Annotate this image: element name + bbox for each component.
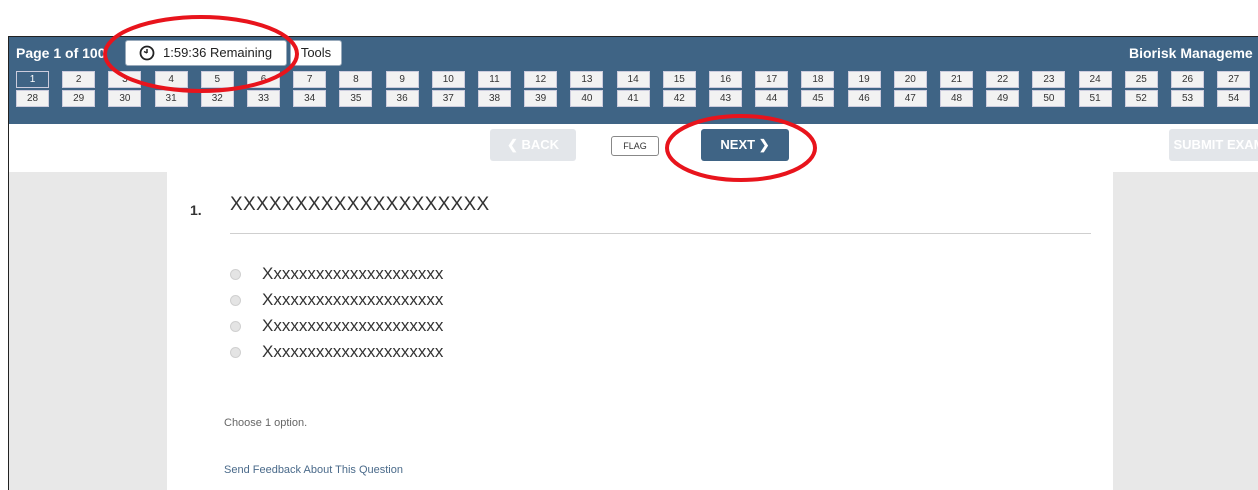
question-nav-cell[interactable]: 5 <box>200 71 234 88</box>
option-label: Xxxxxxxxxxxxxxxxxxxxx <box>262 290 444 309</box>
question-nav-cell[interactable]: 10 <box>431 71 465 88</box>
back-button[interactable]: ❮ BACK <box>490 129 576 161</box>
question-navigator: 1 2 3 4 5 6 7 8 9 10 11 12 13 14 15 16 17 18 19 20 21 22 23 24 2… <box>9 71 1258 109</box>
time-remaining-badge[interactable]: 1:59:36 Remaining <box>125 40 287 66</box>
question-nav-cell[interactable]: 1 <box>16 71 49 88</box>
divider <box>230 233 1091 234</box>
question-nav-cell[interactable]: 37 <box>431 90 465 107</box>
question-nav-cell[interactable]: 35 <box>339 90 373 107</box>
time-remaining-text: 1:59:36 Remaining <box>163 45 273 60</box>
question-nav-cell[interactable]: 8 <box>339 71 373 88</box>
clock-icon <box>139 45 155 61</box>
question-nav-cell[interactable]: 16 <box>709 71 742 88</box>
question-nav-cell[interactable]: 11 <box>478 71 511 88</box>
question-nav-cell[interactable]: 14 <box>616 71 650 88</box>
question-nav-cell[interactable]: 25 <box>1124 71 1158 88</box>
question-nav-cell[interactable]: 48 <box>940 90 973 107</box>
question-nav-cell[interactable]: 33 <box>247 90 280 107</box>
feedback-link[interactable]: Send Feedback About This Question <box>224 464 403 476</box>
question-nav-cell[interactable]: 9 <box>385 71 419 88</box>
question-nav-cell[interactable]: 26 <box>1171 71 1204 88</box>
question-nav-cell[interactable]: 2 <box>62 71 96 88</box>
page-indicator: Page 1 of 100 <box>16 45 106 61</box>
question-nav-cell[interactable]: 32 <box>200 90 234 107</box>
submit-exam-button[interactable]: SUBMIT EXAM <box>1169 129 1258 161</box>
question-nav-cell[interactable]: 39 <box>524 90 558 107</box>
question-nav-cell[interactable]: 30 <box>108 90 142 107</box>
question-nav-cell[interactable]: 42 <box>662 90 696 107</box>
question-nav-cell[interactable]: 23 <box>1032 71 1066 88</box>
question-nav-cell[interactable]: 29 <box>62 90 96 107</box>
question-nav-cell[interactable]: 46 <box>847 90 881 107</box>
question-nav-cell[interactable]: 49 <box>986 90 1020 107</box>
question-nav-cell[interactable]: 36 <box>385 90 419 107</box>
question-nav-cell[interactable]: 4 <box>154 71 188 88</box>
back-label: BACK <box>521 137 560 152</box>
header-bar: Page 1 of 100 1:59:36 Remaining Tools Bi… <box>9 37 1258 124</box>
title-bar: Page 1 of 100 1:59:36 Remaining Tools Bi… <box>9 37 1258 71</box>
chevron-left-icon: ❮ <box>506 137 518 152</box>
question-nav-cell[interactable]: 40 <box>570 90 604 107</box>
question-text: XXXXXXXXXXXXXXXXXXXX <box>230 194 490 215</box>
question-nav-cell[interactable]: 53 <box>1171 90 1204 107</box>
question-nav-cell[interactable]: 22 <box>986 71 1020 88</box>
option-label: Xxxxxxxxxxxxxxxxxxxxx <box>262 342 444 361</box>
question-nav-cell[interactable]: 6 <box>247 71 280 88</box>
question-nav-cell[interactable]: 45 <box>801 90 835 107</box>
question-nav-cell[interactable]: 43 <box>709 90 742 107</box>
question-nav-cell[interactable]: 54 <box>1217 90 1251 107</box>
question-nav-cell[interactable]: 17 <box>755 71 789 88</box>
exam-window: Page 1 of 100 1:59:36 Remaining Tools Bi… <box>8 36 1258 490</box>
question-nav-cell[interactable]: 50 <box>1032 90 1066 107</box>
exam-title: Biorisk Manageme <box>1129 45 1253 61</box>
question-nav-cell[interactable]: 31 <box>154 90 188 107</box>
question-nav-cell[interactable]: 38 <box>478 90 511 107</box>
navigator-row-1: 1 2 3 4 5 6 7 8 9 10 11 12 13 14 15 16 17 18 19 20 21 22 23 24 2… <box>9 71 1258 90</box>
tools-button[interactable]: Tools <box>290 40 342 66</box>
selection-hint: Choose 1 option. <box>224 417 308 429</box>
navigation-toolbar: ❮ BACK FLAG NEXT ❯ SUBMIT EXAM <box>9 124 1258 173</box>
question-nav-cell[interactable]: 12 <box>524 71 558 88</box>
question-nav-cell[interactable]: 15 <box>662 71 696 88</box>
question-nav-cell[interactable]: 47 <box>893 90 927 107</box>
question-nav-cell[interactable]: 51 <box>1078 90 1112 107</box>
question-nav-cell[interactable]: 3 <box>108 71 142 88</box>
question-number: 1. <box>190 202 202 218</box>
question-nav-cell[interactable]: 28 <box>16 90 49 107</box>
question-nav-cell[interactable]: 13 <box>570 71 604 88</box>
radio-button[interactable] <box>230 347 241 358</box>
question-nav-cell[interactable]: 52 <box>1124 90 1158 107</box>
next-button[interactable]: NEXT ❯ <box>701 129 789 161</box>
question-nav-cell[interactable]: 41 <box>616 90 650 107</box>
question-nav-cell[interactable]: 18 <box>801 71 835 88</box>
question-nav-cell[interactable]: 21 <box>940 71 973 88</box>
question-nav-cell[interactable]: 27 <box>1217 71 1251 88</box>
question-nav-cell[interactable]: 19 <box>847 71 881 88</box>
radio-button[interactable] <box>230 295 241 306</box>
question-nav-cell[interactable]: 24 <box>1078 71 1112 88</box>
question-nav-cell[interactable]: 34 <box>293 90 327 107</box>
next-label: NEXT <box>720 137 756 152</box>
radio-button[interactable] <box>230 321 241 332</box>
option-label: Xxxxxxxxxxxxxxxxxxxxx <box>262 264 444 283</box>
option-label: Xxxxxxxxxxxxxxxxxxxxx <box>262 316 444 335</box>
radio-button[interactable] <box>230 269 241 280</box>
flag-button[interactable]: FLAG <box>611 136 659 156</box>
chevron-right-icon: ❯ <box>758 137 770 152</box>
question-nav-cell[interactable]: 7 <box>293 71 327 88</box>
question-card: 1. XXXXXXXXXXXXXXXXXXXX Xxxxxxxxxxxxxxxx… <box>167 172 1113 490</box>
question-nav-cell[interactable]: 20 <box>893 71 927 88</box>
question-nav-cell[interactable]: 44 <box>755 90 789 107</box>
navigator-row-2: 28 29 30 31 32 33 34 35 36 37 38 39 40 41 42 43 44 45 46 47… <box>9 90 1258 109</box>
